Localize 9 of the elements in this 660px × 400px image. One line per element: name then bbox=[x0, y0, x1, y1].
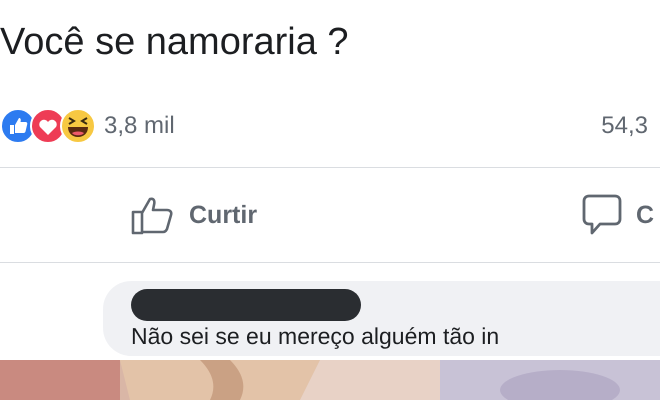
comment-count[interactable]: 54,3 bbox=[601, 112, 648, 140]
thumbs-up-icon bbox=[131, 195, 175, 235]
like-button[interactable]: Curtir bbox=[189, 200, 258, 230]
laughing-emoji-icon bbox=[60, 108, 96, 144]
speech-bubble-icon bbox=[582, 194, 622, 236]
reaction-count[interactable]: 3,8 mil bbox=[104, 112, 175, 140]
comment-text: Não sei se eu mereço alguém tão in bbox=[131, 323, 500, 350]
comment-button[interactable]: C bbox=[636, 200, 654, 230]
post-title: Você se namoraria ? bbox=[0, 20, 349, 64]
